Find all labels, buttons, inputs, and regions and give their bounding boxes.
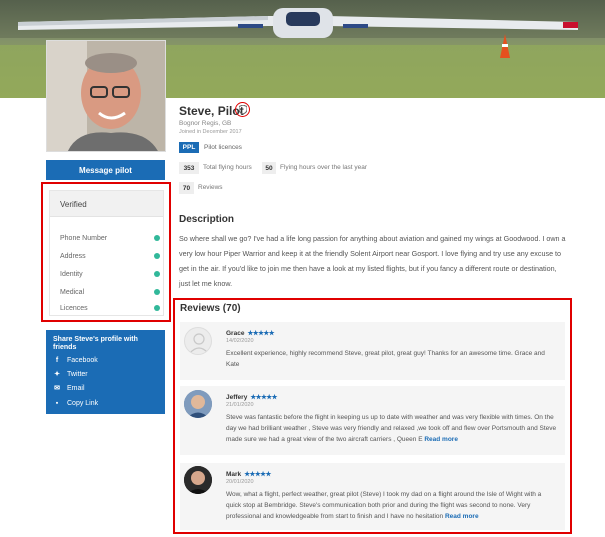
read-more-link[interactable]: Read more: [424, 436, 458, 443]
reviewer-name: Grace ★★★★★: [226, 330, 275, 337]
reviewer-avatar: [184, 390, 212, 418]
verified-item-identity: Identity: [60, 267, 160, 281]
reviewer-name: Mark ★★★★★: [226, 471, 271, 478]
total-hours-label: Total flying hours: [203, 164, 252, 171]
verified-item-licences: Licences: [60, 301, 160, 315]
verified-title: Verified: [50, 191, 163, 217]
share-email-link[interactable]: ✉ Email: [53, 383, 84, 393]
description-body: So where shall we go? I've had a life lo…: [179, 234, 566, 288]
review-date: 14/02/2020: [226, 338, 254, 344]
check-icon: [154, 235, 160, 241]
share-panel: Share Steve's profile with friends f Face…: [46, 330, 165, 414]
twitter-icon: ✦: [54, 371, 60, 378]
check-icon: [154, 305, 160, 311]
verified-shield-highlight: [235, 102, 250, 117]
profile-name: Steve, Pilot: [179, 104, 244, 118]
read-more-link[interactable]: Read more: [445, 513, 479, 520]
share-facebook-link[interactable]: f Facebook: [53, 355, 98, 365]
total-hours-value: 353: [179, 162, 199, 174]
shield-icon: [238, 105, 247, 114]
year-hours-value: 50: [262, 162, 276, 174]
message-pilot-button[interactable]: Message pilot: [46, 160, 165, 180]
reviewer-name: Jeffery ★★★★★: [226, 394, 277, 401]
reviews-count-label: Reviews: [198, 184, 223, 191]
review-text: Excellent experience, highly recommend S…: [226, 350, 545, 368]
verified-panel: Verified Phone Number Address Identity M…: [49, 190, 164, 316]
profile-joined: Joined in December 2017: [179, 129, 242, 135]
year-hours-label: Flying hours over the last year: [280, 164, 368, 171]
review-date: 21/01/2020: [226, 402, 254, 408]
check-icon: [154, 253, 160, 259]
profile-location: Bognor Regis, GB: [179, 120, 232, 127]
review-item: Jeffery ★★★★★ 21/01/2020 Steve was fantas…: [180, 386, 565, 455]
verified-item-phone: Phone Number: [60, 231, 160, 245]
review-text: Wow, what a flight, perfect weather, gre…: [226, 491, 542, 520]
aircraft-image: [18, 8, 578, 38]
star-rating-icon: ★★★★★: [247, 330, 275, 337]
review-item: Mark ★★★★★ 20/01/2020 Wow, what a flight,…: [180, 463, 565, 530]
reviews-highlight: Reviews (70) Grace ★★★★★ 14/02/2020 Excel…: [173, 298, 572, 534]
share-copy-link[interactable]: ▪ Copy Link: [53, 398, 98, 408]
verified-item-address: Address: [60, 249, 160, 263]
check-icon: [154, 271, 160, 277]
traffic-cone-image: [500, 34, 510, 58]
share-twitter-link[interactable]: ✦ Twitter: [53, 369, 88, 379]
profile-avatar: [46, 40, 166, 152]
description-title: Description: [179, 214, 235, 225]
review-item: Grace ★★★★★ 14/02/2020 Excellent experien…: [180, 322, 565, 380]
facebook-icon: f: [55, 356, 59, 364]
share-title: Share Steve's profile with friends: [53, 336, 138, 351]
licence-label: Pilot licences: [204, 144, 242, 151]
review-date: 20/01/2020: [226, 479, 254, 485]
licence-badge: PPL: [179, 142, 199, 153]
reviews-count-value: 70: [179, 182, 194, 194]
star-rating-icon: ★★★★★: [250, 394, 277, 401]
user-icon: [189, 333, 209, 354]
email-icon: ✉: [54, 385, 60, 392]
verified-item-medical: Medical: [60, 285, 160, 299]
review-text: Steve was fantastic before the flight in…: [226, 414, 557, 443]
reviewer-avatar: [184, 466, 212, 494]
copy-link-icon: ▪: [55, 399, 59, 407]
reviews-title: Reviews (70): [180, 303, 241, 314]
star-rating-icon: ★★★★★: [244, 471, 271, 478]
reviewer-avatar: [184, 327, 212, 355]
verified-highlight: Verified Phone Number Address Identity M…: [41, 182, 171, 322]
check-icon: [154, 289, 160, 295]
